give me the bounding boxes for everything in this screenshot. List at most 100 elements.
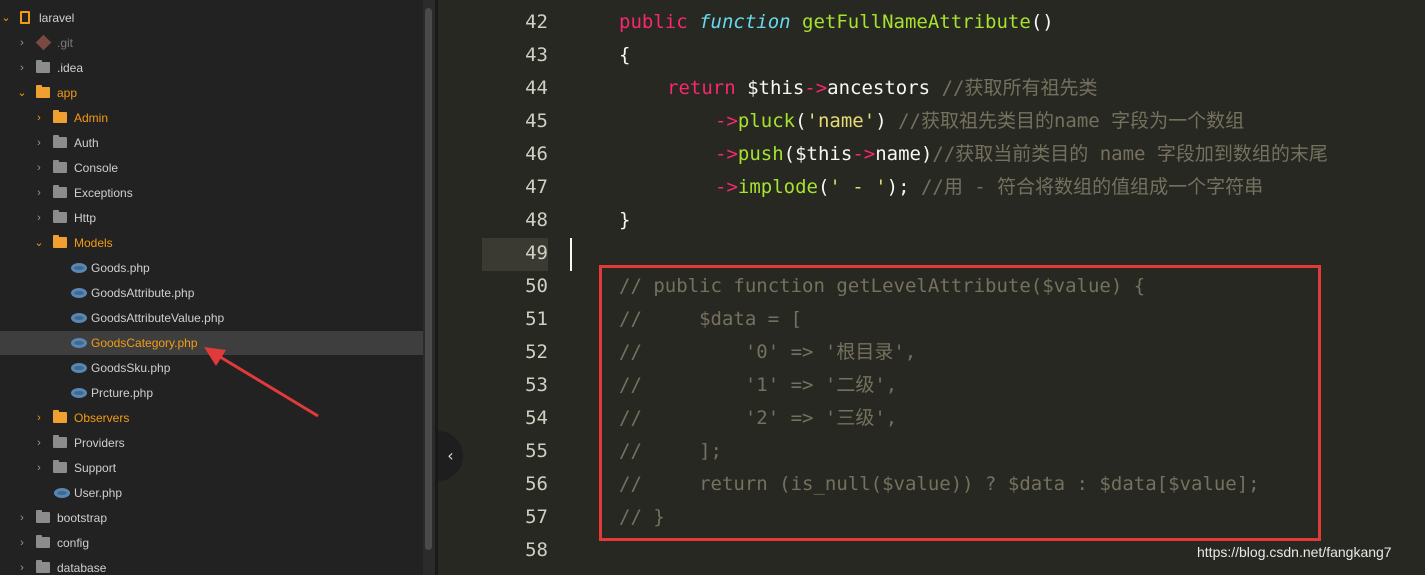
tree-item-goodscategory-php[interactable]: GoodsCategory.php xyxy=(0,331,423,355)
tree-item-config[interactable]: › config xyxy=(0,531,423,555)
folder-icon xyxy=(53,210,67,223)
code-comment: //获取祖先类目的name 字段为一个数组 xyxy=(898,110,1245,132)
chevron-right-icon[interactable]: › xyxy=(17,56,27,80)
chevron-right-icon[interactable]: › xyxy=(34,131,44,155)
code-token: { xyxy=(619,44,631,66)
text-cursor xyxy=(570,238,572,271)
tree-item-git[interactable]: › .git xyxy=(0,31,423,55)
tree-item-label: config xyxy=(57,536,90,550)
tree-item-label: Providers xyxy=(74,436,125,450)
tree-item-prcture-php[interactable]: Prcture.php xyxy=(0,381,423,405)
line-number: 43 xyxy=(525,44,548,66)
code-line-47[interactable]: ->implode(' - '); //用 - 符合将数组的值组成一个字符串 xyxy=(715,171,1263,204)
folder-icon xyxy=(53,135,67,148)
tree-item-exceptions[interactable]: › Exceptions xyxy=(0,181,423,205)
code-token: ) xyxy=(920,143,933,165)
tree-item-support[interactable]: › Support xyxy=(0,456,423,480)
chevron-right-icon[interactable]: › xyxy=(17,506,27,530)
tree-item-label: GoodsAttribute.php xyxy=(91,286,195,300)
chevron-right-icon[interactable]: › xyxy=(17,556,27,575)
tree-item-observers[interactable]: › Observers xyxy=(0,406,423,430)
tree-item-label: bootstrap xyxy=(57,511,108,525)
code-comment: //获取所有祖先类 xyxy=(941,77,1098,99)
php-file-icon xyxy=(71,338,87,348)
line-number: 42 xyxy=(525,11,548,33)
chevron-right-icon[interactable]: › xyxy=(34,456,44,480)
chevron-right-icon[interactable]: › xyxy=(17,31,27,55)
folder-icon xyxy=(53,410,67,423)
folder-open-icon xyxy=(36,85,50,98)
tree-item-goodsattributevalue-php[interactable]: GoodsAttributeValue.php xyxy=(0,306,423,330)
tree-item-auth[interactable]: › Auth xyxy=(0,131,423,155)
tree-item-http[interactable]: › Http xyxy=(0,206,423,230)
folder-icon xyxy=(36,560,50,573)
php-file-icon xyxy=(71,313,87,323)
tree-item-goods-php[interactable]: Goods.php xyxy=(0,256,423,280)
tree-item-label: GoodsCategory.php xyxy=(91,336,198,350)
code-line-43[interactable]: { xyxy=(619,39,630,72)
tree-item-label: Observers xyxy=(74,411,130,425)
line-number: 44 xyxy=(525,77,548,99)
php-file-icon xyxy=(54,488,70,498)
line-number: 48 xyxy=(525,209,548,231)
chevron-down-icon[interactable]: ⌄ xyxy=(17,81,27,105)
tree-item-providers[interactable]: › Providers xyxy=(0,431,423,455)
tree-item-laravel[interactable]: ⌄ laravel xyxy=(0,6,423,30)
code-line-48[interactable]: } xyxy=(619,204,630,237)
tree-item-goodsattribute-php[interactable]: GoodsAttribute.php xyxy=(0,281,423,305)
tree-item-label: GoodsSku.php xyxy=(91,361,171,375)
tree-item-label: database xyxy=(57,561,107,575)
chevron-down-icon[interactable]: ⌄ xyxy=(1,6,11,30)
line-number: 49 xyxy=(525,242,548,264)
code-line-45[interactable]: ->pluck('name') //获取祖先类目的name 字段为一个数组 xyxy=(715,105,1244,138)
code-editor[interactable]: 42 43 44 45 46 47 48 49 50 51 52 53 54 5… xyxy=(438,0,1425,575)
sidebar-scrollbar-thumb[interactable] xyxy=(425,8,432,550)
chevron-right-icon[interactable]: › xyxy=(34,406,44,430)
chevron-right-icon[interactable]: › xyxy=(34,181,44,205)
code-token: ); xyxy=(886,176,921,198)
line-number: 45 xyxy=(525,110,548,132)
php-file-icon xyxy=(71,388,87,398)
tree-item-label: .git xyxy=(57,36,74,50)
folder-icon xyxy=(53,460,67,473)
code-token: ( xyxy=(795,110,807,132)
line-number: 54 xyxy=(525,407,548,429)
chevron-down-icon[interactable]: ⌄ xyxy=(34,231,44,255)
tree-item-database[interactable]: › database xyxy=(0,556,423,575)
code-token: } xyxy=(619,209,631,231)
code-line-42[interactable]: public function getFullNameAttribute() xyxy=(619,6,1054,39)
tree-item-label: GoodsAttributeValue.php xyxy=(91,311,225,325)
chevron-left-icon: ‹ xyxy=(447,446,454,465)
chevron-right-icon[interactable]: › xyxy=(34,206,44,230)
folder-icon xyxy=(36,535,50,548)
tree-item-label: Console xyxy=(74,161,119,175)
code-token: ( xyxy=(783,143,796,165)
tree-item-user-php[interactable]: User.php xyxy=(0,481,423,505)
code-line-46[interactable]: ->push($this->name)//获取当前类目的 name 字段加到数组… xyxy=(715,138,1328,171)
line-number: 47 xyxy=(525,176,548,198)
tree-item-bootstrap[interactable]: › bootstrap xyxy=(0,506,423,530)
chevron-right-icon[interactable]: › xyxy=(34,431,44,455)
file-tree-sidebar: ⌄ laravel › .git › .idea ⌄ app › Admin ›… xyxy=(0,0,423,575)
code-token: -> xyxy=(852,143,876,165)
line-number: 46 xyxy=(525,143,548,165)
tree-item-app[interactable]: ⌄ app xyxy=(0,81,423,105)
tree-item-goodssku-php[interactable]: GoodsSku.php xyxy=(0,356,423,380)
tree-item-models[interactable]: ⌄ Models xyxy=(0,231,423,255)
code-token: ( xyxy=(817,176,830,198)
tree-item-console[interactable]: › Console xyxy=(0,156,423,180)
line-number: 52 xyxy=(525,341,548,363)
folder-icon xyxy=(36,510,50,523)
tree-item-label: Admin xyxy=(74,111,109,125)
tree-item-label: Exceptions xyxy=(74,186,133,200)
code-token: return xyxy=(667,77,748,99)
code-token: function xyxy=(699,11,803,33)
chevron-right-icon[interactable]: › xyxy=(34,156,44,180)
chevron-right-icon[interactable]: › xyxy=(34,106,44,130)
tree-item-label: .idea xyxy=(57,61,84,75)
chevron-right-icon[interactable]: › xyxy=(17,531,27,555)
tree-item-admin[interactable]: › Admin xyxy=(0,106,423,130)
code-token: ancestors xyxy=(827,77,942,99)
code-line-44[interactable]: return $this->ancestors //获取所有祖先类 xyxy=(667,72,1097,105)
tree-item-idea[interactable]: › .idea xyxy=(0,56,423,80)
